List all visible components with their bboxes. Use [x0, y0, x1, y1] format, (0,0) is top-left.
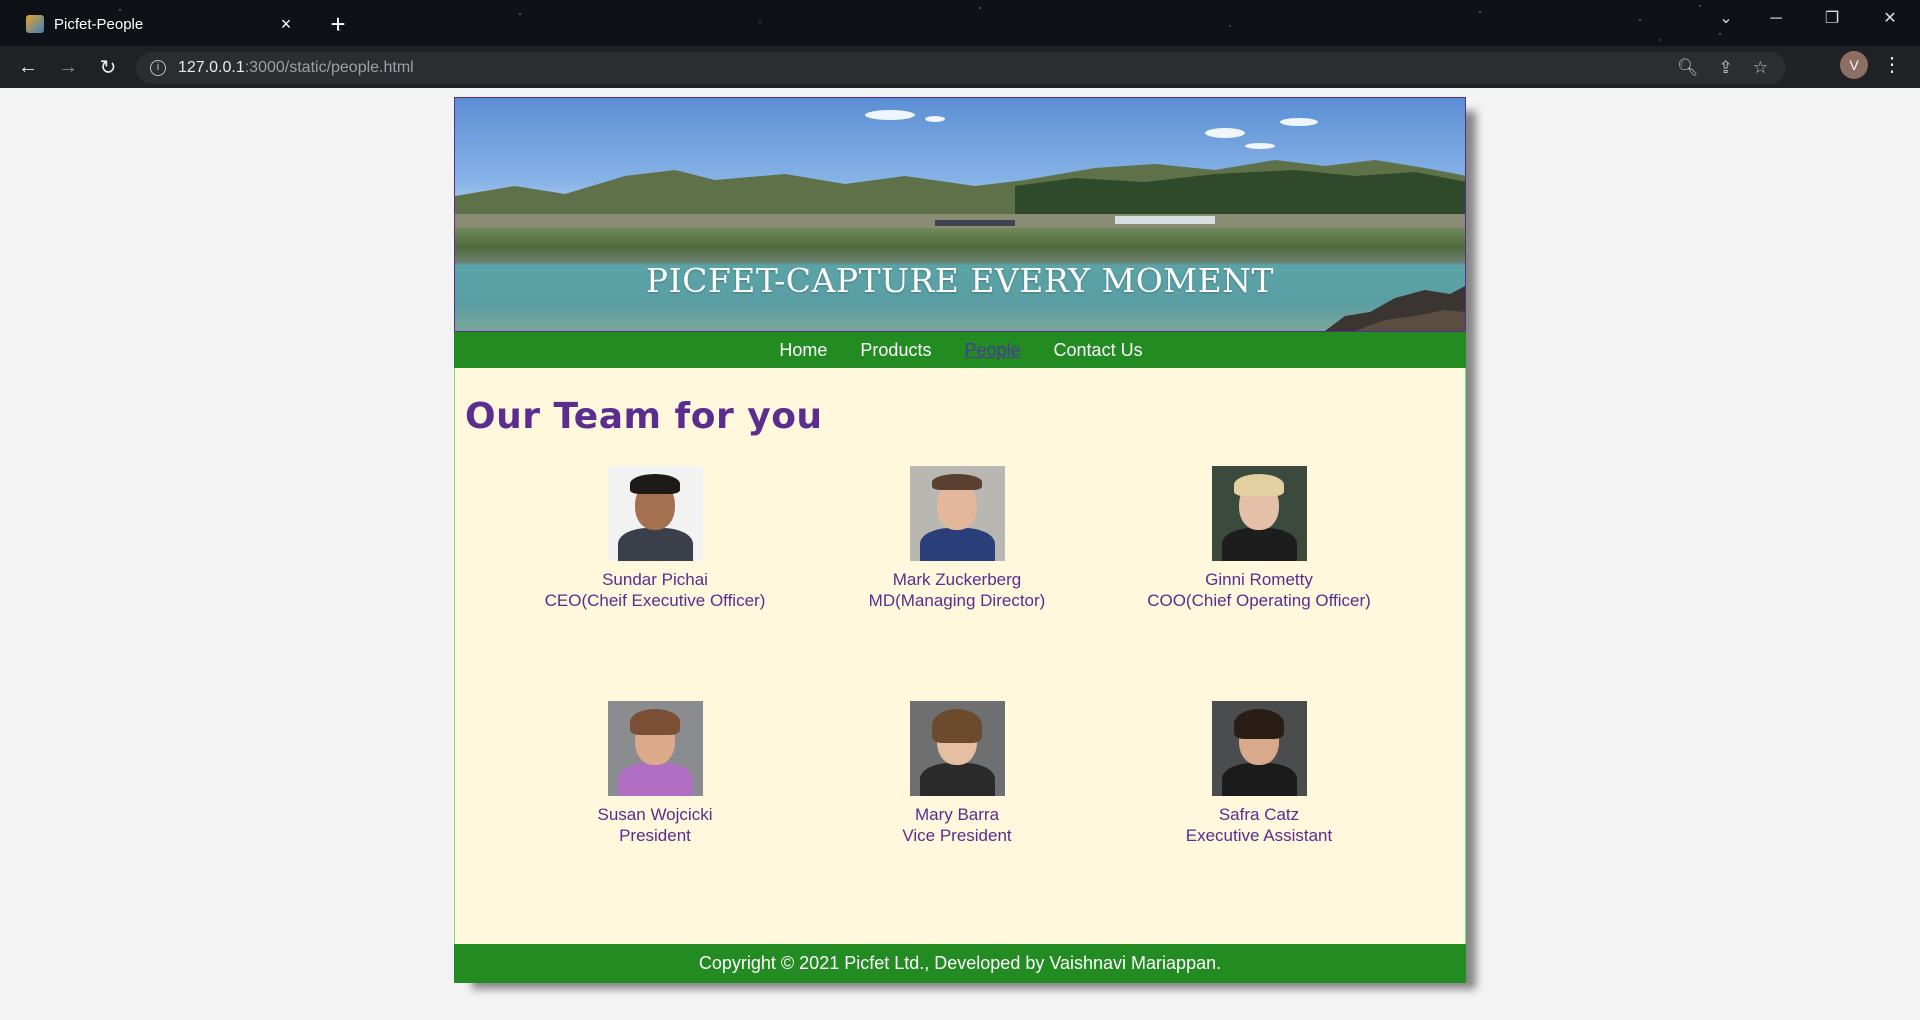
browser-tab[interactable]: Picfet-People × — [8, 6, 308, 42]
member-role: COO(Chief Operating Officer) — [1147, 591, 1371, 610]
member-role: MD(Managing Director) — [868, 591, 1046, 610]
member-role: Executive Assistant — [1185, 826, 1333, 845]
team-section: Our Team for you Sundar Pichai CEO(Cheif… — [454, 368, 1466, 944]
member-name: Ginni Rometty — [1205, 570, 1313, 589]
nav-people-link[interactable]: People — [964, 340, 1020, 361]
team-member-card: Ginni Rometty COO(Chief Operating Office… — [1109, 466, 1409, 611]
page-title: Our Team for you — [465, 396, 823, 437]
member-name: Sundar Pichai — [602, 570, 708, 589]
main-nav: Home Products People Contact Us — [454, 332, 1466, 368]
bookmark-star-icon[interactable]: ☆ — [1753, 58, 1768, 78]
member-photo — [1211, 701, 1307, 796]
site-favicon-icon — [26, 15, 44, 33]
team-member-card: Susan Wojcicki President — [505, 701, 805, 846]
restore-icon[interactable]: ❐ — [1812, 4, 1852, 34]
browser-menu-icon[interactable]: ⋮ — [1882, 52, 1902, 77]
mountains-image — [455, 160, 1465, 228]
back-icon[interactable]: ← — [8, 56, 48, 79]
page-container: PICFET-CAPTURE EVERY MOMENT Home Product… — [454, 97, 1466, 983]
address-bar[interactable]: i 127.0.0.1:3000/static/people.html 🔍︎ ⇪… — [136, 52, 1786, 84]
tab-search-icon[interactable]: ⌄ — [1706, 4, 1746, 34]
member-role: President — [619, 826, 691, 845]
site-footer: Copyright © 2021 Picfet Ltd., Developed … — [454, 944, 1466, 983]
member-role: CEO(Cheif Executive Officer) — [544, 591, 766, 610]
team-member-card: Mary Barra Vice President — [807, 701, 1107, 846]
header-banner: PICFET-CAPTURE EVERY MOMENT — [454, 97, 1466, 332]
share-icon[interactable]: ⇪ — [1719, 58, 1733, 78]
member-photo — [909, 701, 1005, 796]
member-name: Safra Catz — [1218, 805, 1300, 824]
nav-home-link[interactable]: Home — [779, 340, 827, 361]
team-member-card: Safra Catz Executive Assistant — [1109, 701, 1409, 846]
profile-avatar[interactable]: V — [1840, 51, 1868, 79]
url-host: 127.0.0.1 — [178, 59, 245, 76]
reload-icon[interactable]: ↻ — [88, 55, 128, 80]
browser-toolbar: ← → ↻ i 127.0.0.1:3000/static/people.htm… — [0, 46, 1920, 88]
minimize-icon[interactable]: ─ — [1756, 4, 1796, 34]
browser-chrome: Picfet-People × + ⌄ ─ ❐ ✕ ← → ↻ i 127.0.… — [0, 0, 1920, 88]
site-info-icon[interactable]: i — [150, 60, 166, 76]
member-photo — [1211, 466, 1307, 561]
new-tab-button[interactable]: + — [324, 6, 352, 42]
member-photo — [909, 466, 1005, 561]
team-member-card: Sundar Pichai CEO(Cheif Executive Office… — [505, 466, 805, 611]
team-member-card: Mark Zuckerberg MD(Managing Director) — [807, 466, 1107, 611]
zoom-icon[interactable]: 🔍︎ — [1677, 58, 1699, 78]
member-name: Susan Wojcicki — [597, 805, 713, 824]
member-name: Mark Zuckerberg — [892, 570, 1022, 589]
banner-title: PICFET-CAPTURE EVERY MOMENT — [645, 261, 1275, 300]
tab-close-icon[interactable]: × — [276, 14, 296, 35]
forward-icon[interactable]: → — [48, 56, 88, 79]
member-role: Vice President — [902, 826, 1012, 845]
site-card: PICFET-CAPTURE EVERY MOMENT Home Product… — [454, 97, 1466, 983]
member-photo — [607, 701, 703, 796]
window-close-icon[interactable]: ✕ — [1870, 4, 1910, 34]
tab-title: Picfet-People — [54, 15, 144, 33]
member-photo — [607, 466, 703, 561]
member-name: Mary Barra — [914, 805, 1000, 824]
nav-products-link[interactable]: Products — [860, 340, 931, 361]
nav-contact-link[interactable]: Contact Us — [1054, 340, 1143, 361]
url-path: :3000/static/people.html — [244, 59, 414, 76]
